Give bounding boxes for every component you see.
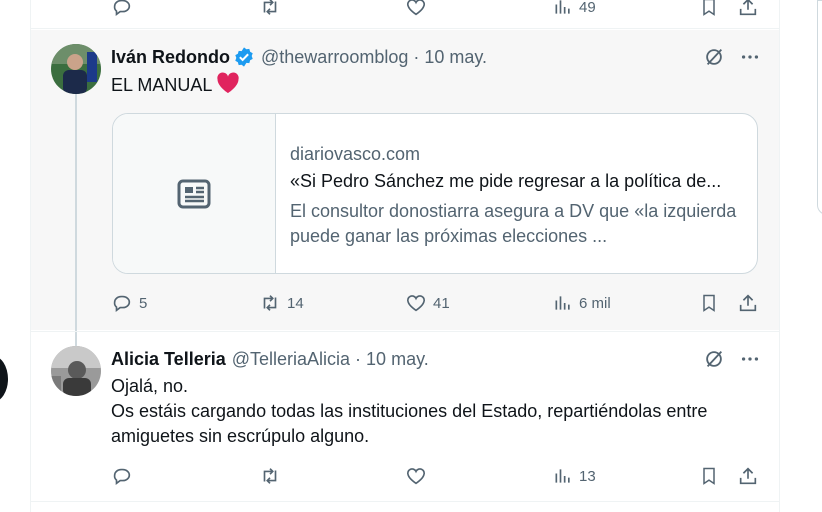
views-button[interactable]: 49 — [553, 0, 596, 22]
views-count: 6 mil — [579, 294, 611, 312]
retweet-icon — [263, 0, 277, 15]
reply-count: 5 — [139, 294, 148, 312]
heart-outline-icon — [406, 0, 426, 16]
share-button[interactable] — [737, 0, 759, 22]
tweet-text: EL MANUAL — [111, 72, 240, 98]
retweet-icon — [263, 295, 277, 311]
author-name[interactable]: Alicia Telleria — [111, 349, 226, 370]
separator-dot: · — [355, 348, 362, 369]
tweet-top-icons — [703, 46, 761, 68]
tweet-actions: 13 — [111, 461, 761, 491]
card-thumbnail — [113, 114, 276, 273]
verified-badge-icon — [233, 46, 255, 68]
bookmark-button[interactable] — [699, 461, 719, 491]
link-card[interactable]: diariovasco.com «Si Pedro Sánchez me pid… — [112, 113, 758, 274]
reply-button[interactable]: 5 — [111, 288, 147, 318]
bookmark-button[interactable] — [699, 288, 719, 318]
tweet-time[interactable]: 10 may. — [424, 47, 487, 68]
side-avatar-fragment — [0, 356, 8, 402]
author-handle[interactable]: @TelleriaAlicia — [232, 349, 350, 370]
tweet-actions: 5 14 41 6 mil — [111, 288, 761, 318]
views-icon — [555, 469, 570, 483]
more-options-icon[interactable] — [739, 46, 761, 68]
share-icon — [739, 0, 757, 16]
bookmark-icon — [703, 467, 715, 485]
grok-icon[interactable] — [703, 46, 725, 68]
separator-dot: · — [413, 46, 420, 67]
red-heart-emoji-icon — [216, 72, 240, 94]
tweet-text-line: Ojalá, no. — [111, 376, 189, 396]
article-icon — [177, 179, 211, 208]
retweet-count: 14 — [287, 294, 304, 312]
like-button[interactable] — [405, 461, 427, 491]
tweet[interactable]: Alicia Telleria @TelleriaAlicia · 10 may… — [31, 331, 779, 502]
tweet-text: Ojalá, no. Os estáis cargando todas las … — [111, 374, 761, 449]
views-count: 49 — [579, 0, 596, 16]
previous-tweet-actions: 49 — [111, 0, 761, 22]
bookmark-button[interactable] — [699, 0, 719, 22]
like-button[interactable] — [405, 0, 427, 22]
tweet[interactable]: Iván Redondo @thewarroomblog · 10 may. E… — [31, 30, 779, 346]
bookmark-icon — [703, 0, 715, 16]
heart-outline-icon — [406, 295, 426, 312]
reply-button[interactable] — [111, 461, 133, 491]
reply-icon — [113, 0, 131, 16]
thread-line — [75, 94, 77, 346]
views-count: 13 — [579, 467, 596, 485]
retweet-button[interactable] — [259, 461, 281, 491]
right-panel-edge — [817, 0, 822, 215]
more-options-icon[interactable] — [739, 348, 761, 370]
author-handle[interactable]: @thewarroomblog — [261, 47, 408, 68]
tweet-header: Alicia Telleria @TelleriaAlicia · 10 may… — [111, 346, 429, 372]
avatar[interactable] — [51, 44, 101, 94]
views-button[interactable]: 13 — [553, 461, 596, 491]
avatar[interactable] — [51, 346, 101, 396]
reply-icon — [113, 468, 131, 485]
card-title: «Si Pedro Sánchez me pide regresar a la … — [290, 171, 722, 191]
share-icon — [739, 294, 757, 312]
views-icon — [555, 296, 570, 310]
like-button[interactable]: 41 — [405, 288, 450, 318]
card-domain: diariovasco.com — [290, 144, 421, 164]
reply-button[interactable] — [111, 0, 133, 22]
tweet-text-content: EL MANUAL — [111, 75, 213, 95]
share-button[interactable] — [737, 288, 759, 318]
tweet-text-line: Os estáis cargando todas las institucion… — [111, 401, 708, 446]
like-count: 41 — [433, 294, 450, 312]
views-icon — [555, 0, 570, 14]
reply-icon — [113, 295, 131, 312]
retweet-button[interactable]: 14 — [259, 288, 304, 318]
retweet-icon — [263, 468, 277, 484]
share-button[interactable] — [737, 461, 759, 491]
retweet-button[interactable] — [259, 0, 281, 22]
tweet-header: Iván Redondo @thewarroomblog · 10 may. — [111, 44, 487, 70]
card-description: El consultor donostiarra asegura a DV qu… — [290, 201, 737, 246]
views-button[interactable]: 6 mil — [553, 288, 611, 318]
timeline: 49 Iván Redondo @thewarroomblog · 10 may… — [30, 0, 780, 512]
author-name[interactable]: Iván Redondo — [111, 47, 230, 68]
previous-tweet: 49 — [31, 0, 779, 29]
heart-outline-icon — [406, 468, 426, 485]
share-icon — [739, 467, 757, 485]
grok-icon[interactable] — [703, 348, 725, 370]
tweet-top-icons — [703, 348, 761, 370]
tweet-time[interactable]: 10 may. — [366, 349, 429, 370]
bookmark-icon — [703, 294, 715, 312]
